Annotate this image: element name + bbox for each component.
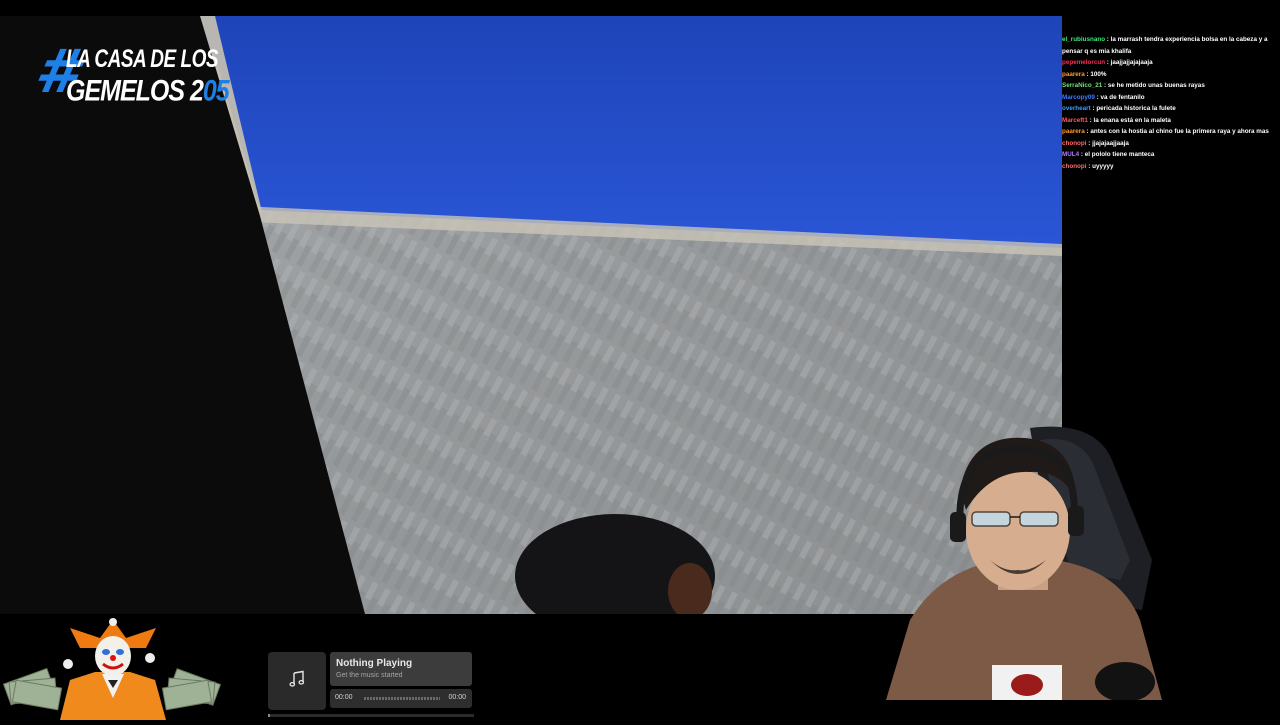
- streamer-webcam: [880, 420, 1170, 702]
- chat-username: Marceft1: [1062, 116, 1088, 124]
- music-progress-fill: [268, 714, 270, 717]
- chat-message: pepemelorcun : jaajjajjajajaaja: [1062, 57, 1274, 69]
- chat-message: chonopi : uyyyyy: [1062, 161, 1274, 173]
- chat-username: chonopi: [1062, 162, 1087, 170]
- logo-line-2-accent: 05: [202, 74, 230, 108]
- chat-text: 100%: [1090, 70, 1107, 78]
- chat-message: MUL4 : el pololo tiene manteca: [1062, 149, 1274, 161]
- chat-username: el_rubiusnano: [1062, 36, 1106, 43]
- chat-username: paarera: [1062, 70, 1085, 78]
- chat-text: antes con la hostia al chino fue la prim…: [1090, 128, 1269, 135]
- stream-logo: # LA CASA DE LOS GEMELOS 205: [30, 37, 230, 108]
- chat-overlay: el_rubiusnano : la marrash tendra experi…: [1062, 34, 1274, 172]
- chat-message: paarera : 100%: [1062, 69, 1274, 81]
- chat-message: Marcopy09 : va de fentanilo: [1062, 92, 1274, 104]
- music-timeline: 00:00 00:00: [330, 689, 472, 708]
- chat-username: Marcopy09: [1062, 93, 1095, 101]
- music-track-subtitle: Get the music started: [336, 672, 403, 679]
- music-time-current: 00:00: [335, 694, 353, 701]
- music-track-info: Nothing Playing Get the music started: [330, 652, 472, 686]
- music-note-icon: [288, 670, 306, 693]
- chat-username: MUL4: [1062, 151, 1080, 158]
- chat-message: Marceft1 : la enana está en la maleta: [1062, 115, 1274, 127]
- music-progress-bar: [268, 714, 474, 717]
- chat-text: la enana está en la maleta: [1093, 116, 1171, 124]
- music-time-total: 00:00: [448, 694, 466, 701]
- chat-text: uyyyyy: [1092, 162, 1114, 170]
- chat-text: el pololo tiene manteca: [1084, 151, 1155, 158]
- chat-message: paarera : antes con la hostia al chino f…: [1062, 126, 1274, 138]
- logo-line-1: LA CASA DE LOS: [66, 46, 219, 74]
- chat-message: overheart : pericada historica la fulete: [1062, 103, 1274, 115]
- chat-message: SerraNico_21 : se he metido unas buenas …: [1062, 80, 1274, 92]
- chat-username: chonopi: [1062, 139, 1087, 147]
- music-seek-track: [364, 697, 440, 700]
- chat-username: SerraNico_21: [1062, 82, 1103, 89]
- chat-text: va de fentanilo: [1100, 93, 1145, 101]
- chat-text: jjajajaajjaaja: [1092, 139, 1129, 147]
- logo-line-2-main: GEMELOS 2: [66, 74, 204, 108]
- chat-username: paarera: [1062, 128, 1085, 135]
- chat-username: overheart: [1062, 105, 1091, 112]
- chat-text: se he metido unas buenas rayas: [1107, 82, 1205, 89]
- chat-message: el_rubiusnano : la marrash tendra experi…: [1062, 34, 1274, 57]
- logo-line-2: GEMELOS 205: [66, 74, 230, 109]
- chat-username: pepemelorcun: [1062, 59, 1106, 66]
- top-letterbox-bar: [0, 0, 1280, 16]
- music-player-widget: Nothing Playing Get the music started 00…: [268, 652, 474, 718]
- joker-sticker-image: [0, 618, 235, 720]
- chat-text: pericada historica la fulete: [1096, 105, 1176, 112]
- music-cover-placeholder: [268, 652, 326, 710]
- chat-message: chonopi : jjajajaajjaaja: [1062, 138, 1274, 150]
- music-track-title: Nothing Playing: [336, 658, 413, 669]
- chat-text: jaajjajjajajaaja: [1110, 59, 1153, 66]
